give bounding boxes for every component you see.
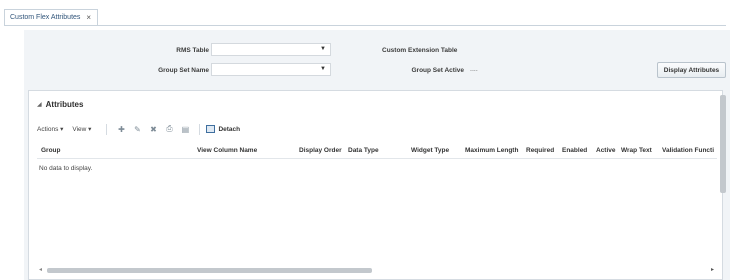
export-icon[interactable]: ▤ — [177, 125, 193, 134]
table-toolbar: Actions ▾ View ▾ ✚ ✎ ✖ ⎙ ▤ Detach — [37, 122, 240, 136]
attributes-panel: ◢ Attributes Actions ▾ View ▾ ✚ ✎ ✖ ⎙ ▤ … — [28, 90, 723, 280]
delete-icon[interactable]: ✖ — [145, 125, 161, 134]
column-header-active[interactable]: Active — [596, 147, 616, 154]
scroll-right-icon[interactable]: ▸ — [711, 266, 714, 273]
close-icon[interactable]: × — [86, 13, 91, 22]
toolbar-divider — [199, 123, 201, 135]
display-attributes-button[interactable]: Display Attributes — [657, 62, 726, 78]
chevron-down-icon: ▼ — [320, 46, 326, 52]
panel-title: Attributes — [45, 100, 84, 109]
column-header-wrap-text[interactable]: Wrap Text — [621, 147, 652, 154]
detach-label: Detach — [218, 125, 241, 133]
detach-button[interactable]: Detach — [206, 125, 240, 133]
scrollbar-thumb[interactable] — [720, 95, 726, 193]
empty-table-message: No data to display. — [39, 165, 93, 172]
group-set-name-select[interactable]: ▼ — [211, 63, 331, 76]
scroll-left-icon[interactable]: ◂ — [39, 266, 42, 273]
chevron-down-icon: ▼ — [320, 66, 326, 72]
toolbar-divider — [106, 123, 108, 135]
group-set-name-label: Group Set Name — [158, 67, 209, 74]
custom-extension-table-label: Custom Extension Table — [382, 47, 458, 54]
horizontal-scrollbar[interactable]: ◂ ▸ — [39, 267, 714, 274]
tab-label: Custom Flex Attributes — [10, 14, 81, 21]
column-header-enabled[interactable]: Enabled — [562, 147, 587, 154]
panel-header: ◢ Attributes — [37, 100, 83, 109]
main-content: RMS Table ▼ Group Set Name ▼ Custom Exte… — [24, 30, 730, 280]
add-icon[interactable]: ✚ — [113, 125, 129, 134]
column-header-view-column-name[interactable]: View Column Name — [197, 147, 257, 154]
collapse-icon[interactable]: ◢ — [37, 101, 42, 108]
actions-menu[interactable]: Actions ▾ — [37, 125, 63, 133]
column-header-required[interactable]: Required — [526, 147, 554, 154]
vertical-scrollbar[interactable] — [720, 95, 726, 255]
edit-icon[interactable]: ✎ — [129, 125, 145, 134]
view-menu[interactable]: View ▾ — [72, 125, 91, 133]
tab-divider — [4, 25, 726, 26]
column-header-validation-function[interactable]: Validation Functi — [662, 147, 714, 154]
column-header-maximum-length[interactable]: Maximum Length — [465, 147, 518, 154]
column-header-display-order[interactable]: Display Order — [299, 147, 342, 154]
column-header-data-type[interactable]: Data Type — [348, 147, 379, 154]
table-header: Group View Column Name Display Order Dat… — [37, 144, 717, 159]
column-header-widget-type[interactable]: Widget Type — [411, 147, 449, 154]
rms-table-label: RMS Table — [176, 47, 209, 54]
scrollbar-thumb[interactable] — [47, 268, 372, 273]
tab-strip: Custom Flex Attributes × — [4, 9, 99, 25]
rms-table-select[interactable]: ▼ — [211, 43, 331, 56]
column-header-group[interactable]: Group — [41, 147, 61, 154]
tab-custom-flex-attributes[interactable]: Custom Flex Attributes × — [4, 9, 99, 25]
detach-icon — [206, 125, 216, 133]
print-icon[interactable]: ⎙ — [161, 124, 177, 134]
group-set-active-value: .... — [470, 66, 478, 73]
group-set-active-label: Group Set Active — [411, 67, 465, 74]
